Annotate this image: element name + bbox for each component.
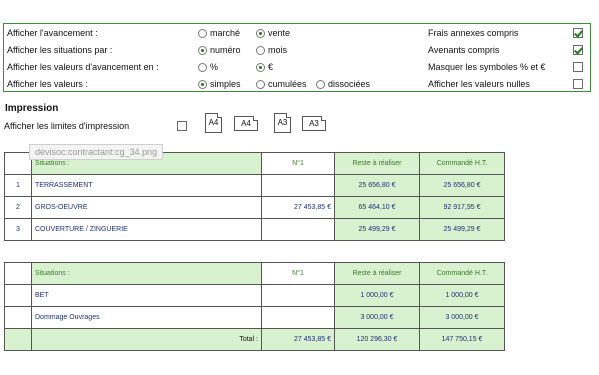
table-header-reste: Reste à réaliser	[334, 152, 420, 175]
masquer-symboles-checkbox[interactable]	[573, 62, 583, 72]
situations-table: Situations : N°1 Reste à réaliser Comman…	[4, 152, 505, 241]
table-row[interactable]: 3 COUVERTURE / ZINGUERIE 25 499,29 € 25 …	[4, 218, 505, 241]
row-reste-value: 1 000,00 €	[334, 284, 420, 307]
valeurs-nulles-checkbox[interactable]	[573, 79, 583, 89]
row-situation-name: COUVERTURE / ZINGUERIE	[31, 218, 262, 241]
situations-par-label: Afficher les situations par :	[7, 45, 113, 55]
table2-header-situations: Situations :	[31, 262, 262, 285]
additional-costs-table: Situations : N°1 Reste à réaliser Comman…	[4, 262, 505, 351]
row-number	[4, 306, 32, 329]
row-reste-value: 65 464,10 €	[334, 196, 420, 219]
situations-mois-radio[interactable]	[256, 46, 265, 55]
valeurs-simples-radio[interactable]	[198, 80, 207, 89]
table-row[interactable]: BET 1 000,00 € 1 000,00 €	[4, 284, 505, 307]
situations-mois-label[interactable]: mois	[268, 45, 287, 55]
avancement-marche-label[interactable]: marché	[210, 28, 240, 38]
row-number: 2	[4, 196, 32, 219]
situations-numero-radio[interactable]	[198, 46, 207, 55]
table-row[interactable]: 2 GROS-OEUVRE 27 453,85 € 65 464,10 € 92…	[4, 196, 505, 219]
row-n1-value	[261, 284, 335, 307]
frais-annexes-checkbox[interactable]	[573, 28, 583, 38]
row-reste-value: 3 000,00 €	[334, 306, 420, 329]
situations-numero-label[interactable]: numéro	[210, 45, 241, 55]
row-number	[4, 284, 32, 307]
valeurs-cumulees-label[interactable]: cumulées	[268, 79, 307, 89]
avenants-checkbox[interactable]	[573, 45, 583, 55]
valeurs-euro-label[interactable]: €	[268, 62, 273, 72]
row-situation-name: TERRASSEMENT	[31, 174, 262, 197]
avenants-label: Avenants compris	[428, 45, 500, 55]
valeurs-percent-radio[interactable]	[198, 63, 207, 72]
avancement-vente-label[interactable]: vente	[268, 28, 290, 38]
table-row[interactable]: Dommage Ouvrages 3 000,00 € 3 000,00 €	[4, 306, 505, 329]
total-n1-value: 27 453,85 €	[261, 328, 335, 351]
row-reste-value: 25 499,29 €	[334, 218, 420, 241]
row-situation-name: GROS-OEUVRE	[31, 196, 262, 219]
valeurs-nulles-label: Afficher les valeurs nulles	[428, 79, 530, 89]
row-situation-name: Dommage Ouvrages	[31, 306, 262, 329]
row-commande-value: 25 656,80 €	[419, 174, 505, 197]
print-limits-checkbox[interactable]	[177, 121, 187, 131]
row-n1-value	[261, 218, 335, 241]
valeurs-dissociees-radio[interactable]	[316, 80, 325, 89]
row-n1-value	[261, 174, 335, 197]
a3-landscape-icon[interactable]: A3	[302, 116, 326, 131]
avancement-vente-radio[interactable]	[256, 29, 265, 38]
row-reste-value: 25 656,80 €	[334, 174, 420, 197]
masquer-symboles-label: Masquer les symboles % et €	[428, 62, 546, 72]
table-header-n1: N°1	[261, 152, 335, 175]
print-limits-label: Afficher les limites d'impression	[4, 121, 130, 131]
total-row: Total : 27 453,85 € 120 296,30 € 147 750…	[4, 328, 505, 351]
row-n1-value	[261, 306, 335, 329]
valeurs-simples-label[interactable]: simples	[210, 79, 241, 89]
row-commande-value: 1 000,00 €	[419, 284, 505, 307]
row-commande-value: 3 000,00 €	[419, 306, 505, 329]
row-commande-value: 25 499,29 €	[419, 218, 505, 241]
image-path-tooltip: devisoc:contractant:cg_34.png	[29, 144, 164, 160]
a4-portrait-icon[interactable]: A4	[205, 113, 222, 133]
table2-header-n1: N°1	[261, 262, 335, 285]
total-commande-value: 147 750,15 €	[419, 328, 505, 351]
valeurs-percent-label[interactable]: %	[210, 62, 218, 72]
row-number: 1	[4, 174, 32, 197]
table-header-num	[4, 152, 32, 175]
table2-header-num	[4, 262, 32, 285]
frais-annexes-label: Frais annexes compris	[428, 28, 519, 38]
table-row[interactable]: 1 TERRASSEMENT 25 656,80 € 25 656,80 €	[4, 174, 505, 197]
row-commande-value: 92 917,95 €	[419, 196, 505, 219]
avancement-marche-radio[interactable]	[198, 29, 207, 38]
valeurs-avancement-label: Afficher les valeurs d'avancement en :	[7, 62, 159, 72]
table2-header-reste: Reste à réaliser	[334, 262, 420, 285]
row-situation-name: BET	[31, 284, 262, 307]
a4-landscape-icon[interactable]: A4	[234, 116, 258, 131]
valeurs-dissociees-label[interactable]: dissociées	[328, 79, 370, 89]
valeurs-cumulees-radio[interactable]	[256, 80, 265, 89]
table2-header-commande: Commandé H.T.	[419, 262, 505, 285]
avancement-label: Afficher l'avancement :	[7, 28, 98, 38]
a3-portrait-icon[interactable]: A3	[274, 113, 291, 133]
row-number: 3	[4, 218, 32, 241]
table-header-commande: Commandé H.T.	[419, 152, 505, 175]
afficher-valeurs-label: Afficher les valeurs :	[7, 79, 88, 89]
total-row-blank	[4, 328, 32, 351]
display-options-panel: Afficher l'avancement : marché vente Aff…	[3, 23, 591, 92]
impression-title: Impression	[5, 103, 59, 114]
total-label: Total :	[31, 328, 262, 351]
valeurs-euro-radio[interactable]	[256, 63, 265, 72]
row-n1-value: 27 453,85 €	[261, 196, 335, 219]
total-reste-value: 120 296,30 €	[334, 328, 420, 351]
